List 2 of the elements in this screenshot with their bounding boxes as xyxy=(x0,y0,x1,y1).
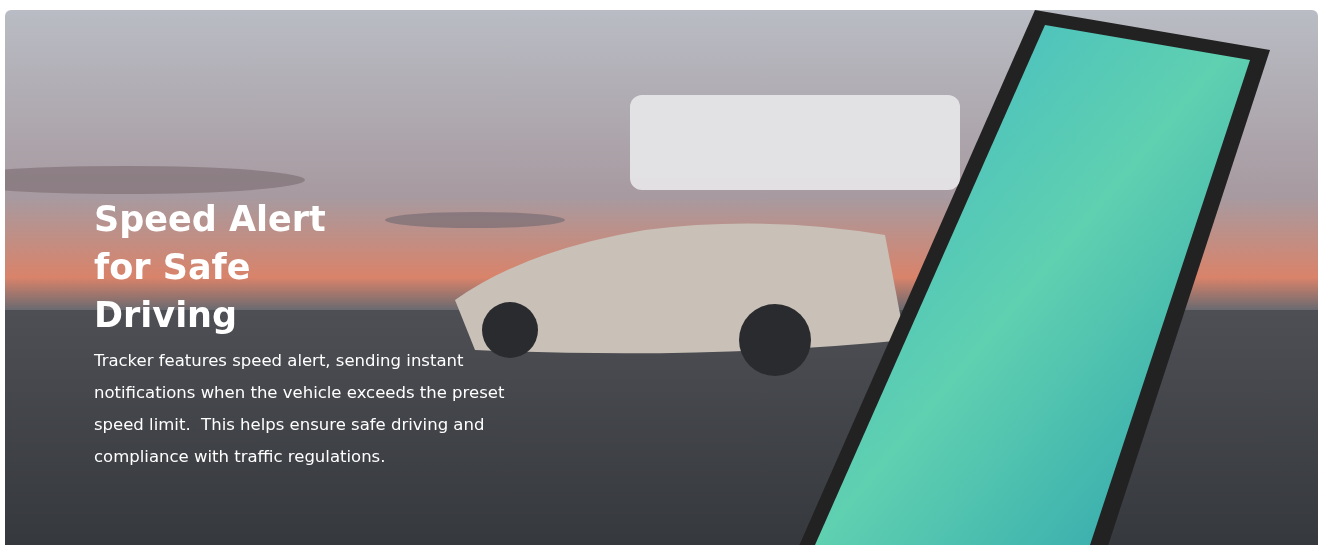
banner-heading: Speed Alert for Safe Driving xyxy=(94,198,327,337)
banner-description: Tracker features speed alert, sending instant notifications when the vehicle exceeds the preset speed limit. This helps ensure safe driving and compliance with traffic regulations. xyxy=(94,350,506,468)
